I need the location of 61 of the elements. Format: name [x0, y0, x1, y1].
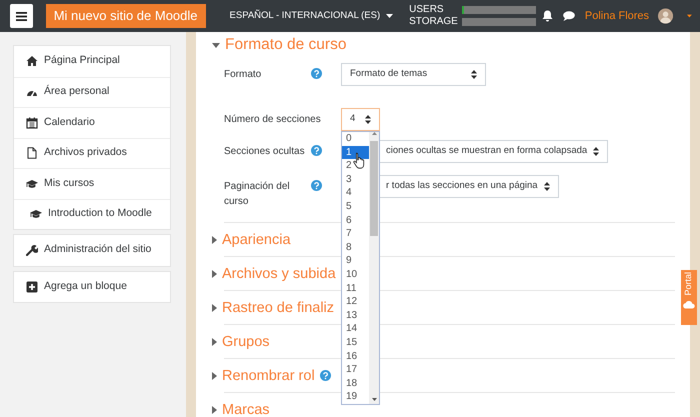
- sidebar-item[interactable]: Área personal: [14, 76, 170, 107]
- field-label: Secciones ocultas: [224, 146, 305, 157]
- dropdown-option[interactable]: 18: [342, 376, 369, 390]
- dropdown-option[interactable]: 12: [342, 295, 369, 309]
- bell-icon[interactable]: [542, 10, 553, 22]
- cloud-icon: [683, 298, 695, 309]
- dropdown-option[interactable]: 1: [342, 146, 369, 160]
- sort-icon: [544, 182, 550, 191]
- sidebar-item[interactable]: Agrega un bloque: [14, 272, 170, 302]
- users-label: USERS: [409, 5, 445, 15]
- sidebar-item[interactable]: Archivos privados: [14, 138, 170, 168]
- sidebar-item[interactable]: Introduction to Moodle: [14, 198, 170, 229]
- user-name-link[interactable]: Polina Flores: [584, 8, 650, 24]
- menu-icon: [16, 12, 27, 20]
- sidebar-item[interactable]: Página Principal: [14, 46, 170, 76]
- caret-icon[interactable]: [687, 14, 692, 18]
- menu-button[interactable]: [10, 4, 33, 28]
- help-icon[interactable]: [311, 68, 322, 79]
- dropdown-option[interactable]: 4: [342, 186, 369, 200]
- wrench-icon: [26, 244, 38, 256]
- field-label: Número de secciones: [224, 114, 321, 125]
- language-menu[interactable]: ESPAÑOL - INTERNACIONAL (ES): [230, 8, 394, 24]
- help-icon[interactable]: [320, 370, 331, 381]
- calendar-icon: [26, 116, 38, 129]
- dropdown-option[interactable]: 7: [342, 227, 369, 241]
- sort-icon: [471, 70, 477, 79]
- plus-square-icon: [26, 280, 38, 293]
- graduation-cap-icon: [26, 178, 38, 190]
- dropdown-option[interactable]: 8: [342, 240, 369, 254]
- hand-cursor-icon: [353, 152, 366, 169]
- scrollbar-thumb[interactable]: [370, 141, 378, 236]
- sort-icon: [365, 115, 371, 124]
- caret-icon: [386, 14, 394, 18]
- dropdown-option[interactable]: 3: [342, 172, 369, 186]
- sort-icon: [593, 147, 600, 156]
- dropdown-option[interactable]: 11: [342, 282, 369, 296]
- chat-icon[interactable]: [562, 11, 575, 21]
- sidebar-item[interactable]: Mis cursos: [14, 168, 170, 198]
- dropdown-option[interactable]: 17: [342, 363, 369, 377]
- dropdown-option[interactable]: 19: [342, 390, 369, 404]
- sidebar-item[interactable]: Calendario: [14, 107, 170, 138]
- dropdown-option[interactable]: 15: [342, 336, 369, 350]
- scroll-down-icon[interactable]: [372, 398, 376, 401]
- storage-label: STORAGE: [409, 17, 458, 27]
- select-field[interactable]: Formato de temas: [341, 63, 486, 86]
- dropdown-option[interactable]: 5: [342, 200, 369, 214]
- dropdown-option[interactable]: 9: [342, 254, 369, 268]
- help-icon[interactable]: [311, 180, 322, 191]
- dropdown-option[interactable]: 14: [342, 322, 369, 336]
- graduation-cap-icon: [30, 208, 42, 220]
- sidebar-item[interactable]: Administración del sitio: [14, 235, 170, 266]
- field-label: Formato: [224, 69, 262, 80]
- dropdown-option[interactable]: 10: [342, 268, 369, 282]
- dropdown-option[interactable]: 13: [342, 308, 369, 322]
- field-label: Paginación del curso: [224, 181, 290, 207]
- dropdown-option[interactable]: 6: [342, 214, 369, 228]
- file-icon: [26, 147, 38, 160]
- dropdown-option[interactable]: 16: [342, 350, 369, 364]
- help-icon[interactable]: [311, 145, 322, 156]
- select-field[interactable]: 4: [341, 108, 380, 131]
- home-icon: [26, 55, 38, 68]
